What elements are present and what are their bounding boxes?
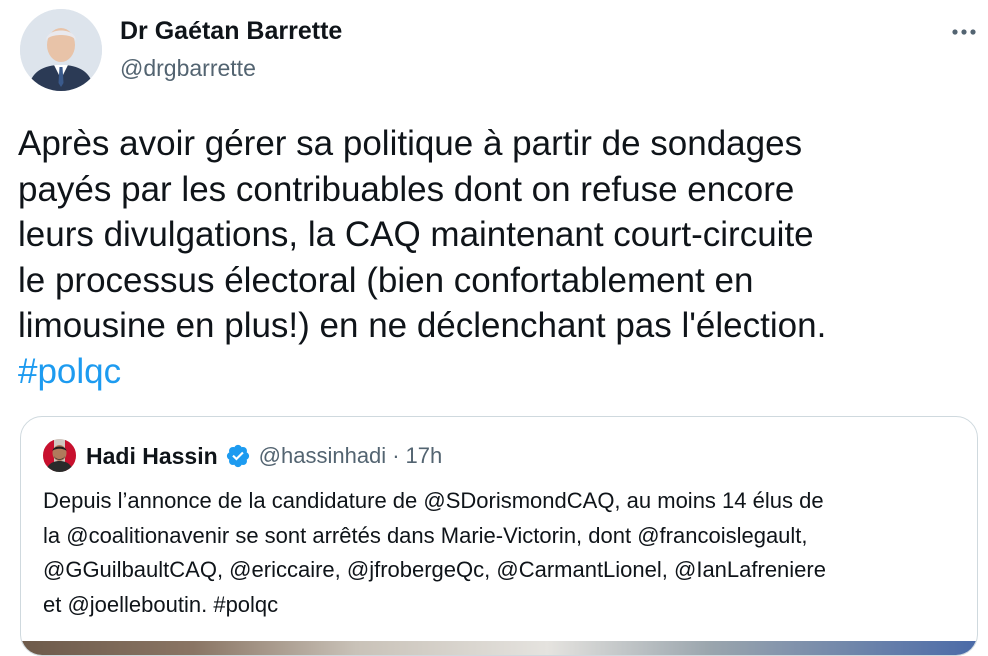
quoted-author-avatar-image	[43, 439, 76, 472]
author-name[interactable]: Dr Gaétan Barrette	[120, 17, 342, 46]
hashtag-link[interactable]: #polqc	[18, 349, 973, 395]
tweet-text-line: payés par les contribuables dont on refu…	[18, 169, 795, 209]
quoted-text-line: la @coalitionavenir se sont arrêtés dans…	[43, 522, 808, 548]
verified-badge-icon	[225, 443, 251, 469]
more-options-button[interactable]	[944, 14, 984, 50]
tweet-text-line: le processus électoral (bien confortable…	[18, 260, 754, 300]
quoted-author-name[interactable]: Hadi Hassin	[86, 443, 218, 470]
author-avatar-image	[20, 9, 102, 91]
author-handle[interactable]: @drgbarrette	[120, 55, 256, 82]
quoted-tweet-media-image[interactable]	[21, 641, 977, 655]
quoted-tweet-text: Depuis l’annonce de la candidature de @S…	[43, 484, 968, 622]
author-avatar[interactable]	[20, 9, 102, 91]
tweet-text-line: leurs divulgations, la CAQ maintenant co…	[18, 215, 814, 254]
quoted-tweet-card[interactable]: Hadi Hassin @hassinhadi · 17h Depuis l’a…	[20, 416, 978, 656]
quoted-text-line: @GGuilbaultCAQ, @ericcaire, @jfrobergeQc…	[43, 557, 826, 582]
more-horizontal-icon	[952, 29, 976, 35]
tweet-text-line: Après avoir gérer sa politique à partir …	[18, 124, 803, 163]
quoted-author-handle[interactable]: @hassinhadi	[259, 443, 387, 469]
quoted-text-line: et @joelleboutin. #polqc	[43, 591, 279, 617]
header-separator: ·	[392, 443, 400, 468]
quoted-tweet-time[interactable]: 17h	[406, 443, 443, 469]
quoted-author-avatar[interactable]	[43, 439, 76, 472]
quoted-text-line: Depuis l’annonce de la candidature de @S…	[43, 488, 824, 513]
quoted-tweet-header: Hadi Hassin @hassinhadi · 17h	[86, 441, 442, 471]
tweet-text-line: limousine en plus!) en ne déclenchant pa…	[18, 306, 827, 345]
tweet-text: Après avoir gérer sa politique à partir …	[18, 121, 973, 394]
